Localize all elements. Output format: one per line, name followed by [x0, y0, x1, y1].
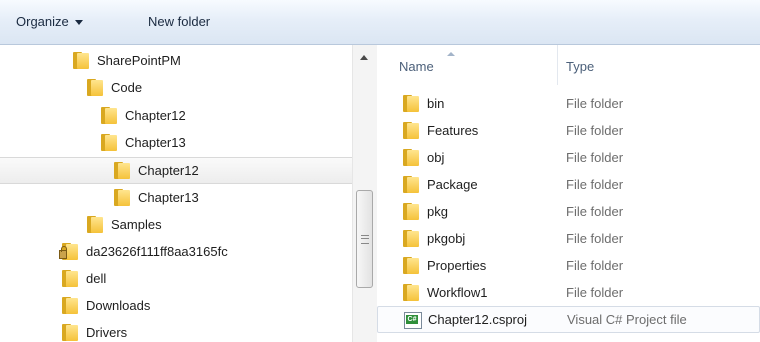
scroll-up-arrow-icon[interactable] — [360, 55, 368, 60]
folder-icon — [403, 284, 419, 301]
folder-icon — [101, 107, 117, 124]
locked-folder-icon — [59, 243, 78, 260]
list-item-bin[interactable]: bin File folder — [377, 90, 760, 117]
column-header-type[interactable]: Type — [557, 45, 760, 85]
list-item-pkg[interactable]: pkg File folder — [377, 198, 760, 225]
tree-item-chapter12[interactable]: Chapter12 — [0, 102, 352, 129]
file-type: File folder — [566, 150, 624, 165]
folder-icon — [62, 324, 78, 341]
file-type: Visual C# Project file — [567, 312, 687, 327]
file-list: Name Type bin File folder Features File … — [377, 45, 760, 342]
file-type: File folder — [566, 258, 624, 273]
csharp-project-icon: C# — [404, 312, 422, 329]
tree-item-drivers[interactable]: Drivers — [0, 319, 352, 342]
folder-icon — [87, 79, 103, 96]
tree-item-label: Samples — [111, 217, 162, 232]
column-header-name[interactable]: Name — [377, 45, 557, 85]
tree-item-label: SharePointPM — [97, 53, 181, 68]
tree-item-label: Chapter13 — [125, 135, 186, 150]
file-name: bin — [427, 96, 445, 111]
file-type: File folder — [566, 96, 624, 111]
folder-icon — [403, 122, 419, 139]
column-header-type-label: Type — [566, 59, 595, 74]
column-header-name-label: Name — [399, 59, 434, 74]
tree-item-label: da23626f111ff8aa3165fc — [86, 244, 228, 259]
folder-icon — [403, 203, 419, 220]
tree-item-sharepointpm[interactable]: SharePointPM — [0, 47, 352, 74]
command-bar: Organize New folder — [0, 0, 760, 45]
dropdown-arrow-icon — [74, 19, 83, 25]
tree-item-downloads[interactable]: Downloads — [0, 292, 352, 319]
tree-item-chapter13-sub[interactable]: Chapter13 — [0, 184, 352, 211]
tree-item-chapter12-selected[interactable]: Chapter12 — [0, 157, 352, 184]
tree-scrollbar[interactable] — [352, 45, 378, 342]
folder-icon — [114, 162, 130, 179]
file-name: Package — [427, 177, 478, 192]
file-name: pkg — [427, 204, 448, 219]
folder-icon — [403, 176, 419, 193]
file-type: File folder — [566, 285, 624, 300]
file-type: File folder — [566, 231, 624, 246]
folder-icon — [403, 257, 419, 274]
list-item-pkgobj[interactable]: pkgobj File folder — [377, 225, 760, 252]
folder-icon — [114, 189, 130, 206]
navigation-tree: SharePointPM Code Chapter12 Chapter13 Ch… — [0, 45, 352, 342]
list-item-chapter12-csproj[interactable]: C# Chapter12.csproj Visual C# Project fi… — [377, 306, 760, 333]
folder-icon — [403, 95, 419, 112]
tree-item-label: dell — [86, 271, 107, 286]
list-item-features[interactable]: Features File folder — [377, 117, 760, 144]
tree-item-da23626f[interactable]: da23626f111ff8aa3165fc — [0, 238, 352, 265]
tree-item-samples[interactable]: Samples — [0, 211, 352, 238]
tree-item-label: Chapter12 — [138, 163, 199, 178]
file-type: File folder — [566, 177, 624, 192]
folder-icon — [403, 149, 419, 166]
tree-item-label: Chapter13 — [138, 190, 199, 205]
tree-item-label: Code — [111, 80, 143, 95]
folder-icon — [73, 52, 89, 69]
list-item-package[interactable]: Package File folder — [377, 171, 760, 198]
list-item-properties[interactable]: Properties File folder — [377, 252, 760, 279]
folder-icon — [101, 134, 117, 151]
file-name: Workflow1 — [427, 285, 488, 300]
grip-icon — [361, 235, 369, 244]
organize-label: Organize — [16, 14, 69, 29]
organize-button[interactable]: Organize — [16, 0, 83, 44]
file-name: Features — [427, 123, 479, 138]
folder-icon — [62, 270, 78, 287]
scrollbar-thumb[interactable] — [356, 190, 373, 288]
tree-item-label: Downloads — [86, 298, 151, 313]
list-item-obj[interactable]: obj File folder — [377, 144, 760, 171]
folder-icon — [403, 230, 419, 247]
file-type: File folder — [566, 204, 624, 219]
tree-item-label: Drivers — [86, 325, 128, 340]
file-type: File folder — [566, 123, 624, 138]
sort-ascending-icon — [447, 52, 455, 56]
file-name: Chapter12.csproj — [428, 312, 527, 327]
tree-item-code[interactable]: Code — [0, 74, 352, 101]
file-name: Properties — [427, 258, 487, 273]
tree-item-label: Chapter12 — [125, 108, 186, 123]
new-folder-button[interactable]: New folder — [148, 0, 210, 44]
file-name: pkgobj — [427, 231, 466, 246]
folder-icon — [62, 297, 78, 314]
folder-icon — [87, 216, 103, 233]
tree-item-dell[interactable]: dell — [0, 265, 352, 292]
list-item-workflow1[interactable]: Workflow1 File folder — [377, 279, 760, 306]
file-name: obj — [427, 150, 445, 165]
tree-item-chapter13[interactable]: Chapter13 — [0, 129, 352, 156]
